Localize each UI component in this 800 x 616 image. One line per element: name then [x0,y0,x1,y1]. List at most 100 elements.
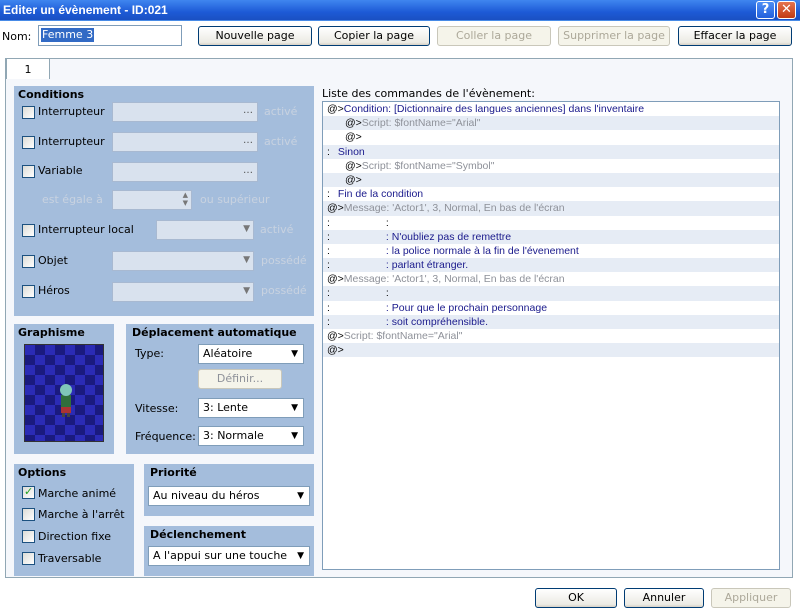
command-prefix: : [327,259,330,272]
trigger-select[interactable]: A l'appui sur une touche ▼ [148,546,310,566]
command-text: Message: 'Actor1', 3, Normal, En bas de … [343,273,565,286]
clear-page-button[interactable]: Effacer la page [678,26,792,46]
command-row[interactable]: @> [323,172,779,188]
command-row[interactable]: :: Pour que le prochain personnage [323,300,779,315]
priority-value: Au niveau du héros [153,489,260,502]
priority-panel: Priorité Au niveau du héros ▼ [144,464,314,516]
command-list-title: Liste des commandes de l'évènement: [322,87,535,100]
priority-select[interactable]: Au niveau du héros ▼ [148,486,310,506]
command-row[interactable]: : : parlant étranger. [323,258,779,273]
command-text: : parlant étranger. [385,259,469,272]
cancel-button[interactable]: Annuler [624,588,704,608]
self-switch-checkbox[interactable] [22,224,35,237]
variable-value-stepper[interactable]: ▲ ▼ [112,190,192,210]
command-row[interactable]: @> [323,130,779,145]
command-row[interactable]: @>Condition: [Dictionnaire des langues a… [323,102,779,117]
item-select[interactable]: ▼ [112,251,254,271]
priority-title: Priorité [150,466,197,479]
command-row[interactable]: @>Message: 'Actor1', 3, Normal, En bas d… [323,272,779,287]
variable-checkbox[interactable] [22,165,35,178]
title-bar[interactable]: Editer un évènement - ID:021 [0,0,800,20]
switch1-suffix: activé [264,105,298,118]
through-label: Traversable [38,552,102,565]
speed-select[interactable]: 3: Lente ▼ [198,398,304,418]
name-value: Femme 3 [41,28,95,42]
command-prefix: : [327,188,330,201]
step-anim-checkbox[interactable] [22,508,35,521]
command-prefix: @> [327,330,344,342]
variable-equal-label: est égale à [42,193,103,206]
variable-field[interactable]: … [112,162,258,182]
command-row[interactable]: @>Script: $fontName="Arial" [323,329,779,344]
command-row[interactable]: @>Message: 'Actor1', 3, Normal, En bas d… [323,201,779,216]
switch2-field[interactable]: … [112,132,258,152]
delete-page-button[interactable]: Supprimer la page [558,26,670,46]
character-sprite-preview[interactable] [24,344,104,442]
define-route-button[interactable]: Définir... [198,369,282,389]
item-suffix: possédé [261,254,307,267]
command-prefix: : [327,145,330,158]
command-prefix: @> [345,159,362,172]
through-checkbox[interactable] [22,552,35,565]
switch1-field[interactable]: … [112,102,258,122]
type-select[interactable]: Aléatoire ▼ [198,344,304,364]
tab-page-1[interactable]: 1 [6,58,50,79]
options-title: Options [18,466,67,479]
command-row[interactable]: :: N'oubliez pas de remettre [323,229,779,244]
speed-value: 3: Lente [203,401,248,414]
command-list[interactable]: @>Condition: [Dictionnaire des langues a… [322,101,780,570]
browse-icon: … [243,105,253,116]
command-prefix: : [327,315,330,328]
command-row[interactable]: @> [323,343,779,358]
command-row[interactable]: :: [323,215,779,230]
ok-button[interactable]: OK [535,588,617,608]
trigger-title: Déclenchement [150,528,246,541]
command-text: Sinon [337,145,365,158]
command-prefix: @> [345,173,362,186]
graphic-panel: Graphisme [14,324,114,454]
command-row[interactable]: : Sinon [323,144,779,159]
frequency-select[interactable]: 3: Normale ▼ [198,426,304,446]
chevron-down-icon: ▼ [297,551,304,561]
actor-suffix: possédé [261,284,307,297]
name-input[interactable]: Femme 3 [38,25,182,46]
command-row[interactable]: :: [323,286,779,301]
step-anim-label: Marche à l'arrêt [38,508,125,521]
paste-page-button[interactable]: Coller la page [437,26,551,46]
command-prefix: @> [345,117,362,130]
command-row[interactable]: :: soit compréhensible. [323,314,779,329]
switch1-checkbox[interactable] [22,106,35,119]
command-text: Condition: [Dictionnaire des langues anc… [343,103,645,115]
help-button[interactable]: ? [756,1,775,19]
command-row[interactable]: :: la police normale à la fin de l'évene… [323,243,779,259]
frequency-label: Fréquence: [135,430,196,443]
direction-fix-checkbox[interactable] [22,530,35,543]
direction-fix-label: Direction fixe [38,530,112,543]
command-prefix: : [327,216,330,229]
actor-checkbox[interactable] [22,285,35,298]
command-row[interactable]: : Fin de la condition [323,187,779,202]
chevron-down-icon: ▼ [243,286,250,296]
command-row[interactable]: @>Script: $fontName="Symbol" [323,158,779,173]
character-sprite-icon [60,384,72,417]
item-checkbox[interactable] [22,255,35,268]
switch2-checkbox[interactable] [22,136,35,149]
command-prefix: @> [345,131,362,144]
trigger-value: A l'appui sur une touche [153,549,288,562]
actor-select[interactable]: ▼ [112,282,254,302]
chevron-down-icon: ▼ [291,431,298,441]
walk-anim-checkbox[interactable] [22,485,35,499]
command-text: : la police normale à la fin de l'évenem… [385,244,579,257]
copy-page-button[interactable]: Copier la page [318,26,430,46]
command-prefix: @> [327,344,344,357]
speed-label: Vitesse: [135,402,179,415]
self-switch-select[interactable]: ▼ [156,220,254,240]
walk-anim-label: Marche animé [38,487,117,500]
command-row[interactable]: @>Script: $fontName="Arial" [323,116,779,131]
command-text: Script: $fontName="Arial" [343,330,463,342]
apply-button[interactable]: Appliquer [711,588,791,608]
command-prefix: @> [327,103,344,115]
new-page-button[interactable]: Nouvelle page [198,26,312,46]
command-prefix: @> [327,202,344,215]
close-button[interactable]: ✕ [777,1,796,19]
